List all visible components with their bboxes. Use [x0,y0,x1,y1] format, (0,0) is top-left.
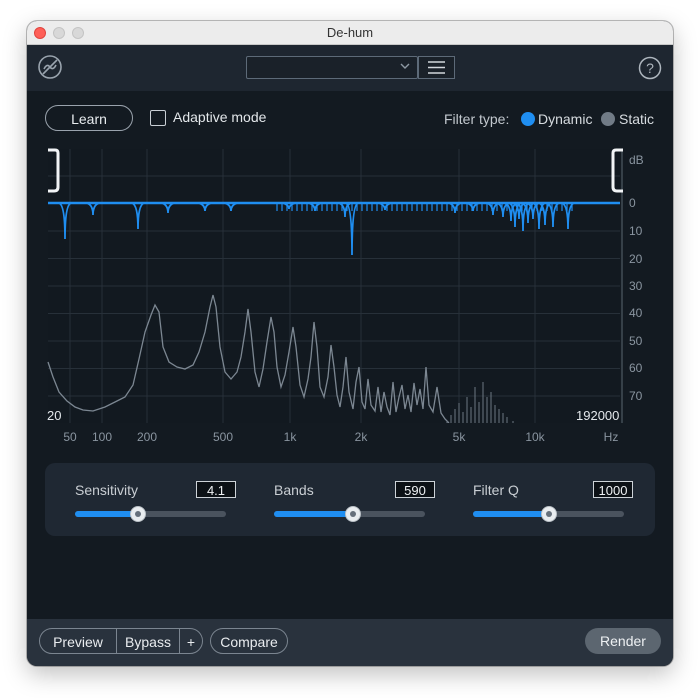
filter-q-value-field[interactable]: 1000 [593,481,633,498]
db-tick-label: 60 [629,361,643,375]
db-axis: dB 0 10 20 30 40 50 60 70 [629,153,644,403]
render-button[interactable]: Render [585,628,661,654]
low-range-value: 20 [47,408,61,423]
freq-tick-label: 200 [137,430,157,444]
bands-slider[interactable] [274,506,425,522]
bands-slider-knob[interactable] [344,506,361,522]
filter-type-dynamic-label[interactable]: Dynamic [538,111,592,127]
freq-tick-label: 100 [92,430,112,444]
title-bar: De-hum [27,21,673,45]
bands-slider-fill [274,511,353,517]
help-icon[interactable]: ? [638,56,662,80]
frequency-axis: 50 100 200 500 1k 2k 5k 10k Hz [63,430,619,444]
spectrum-display[interactable]: 20 192000 [45,147,627,423]
db-tick-label: 10 [629,224,643,238]
sensitivity-value-field[interactable]: 4.1 [196,481,236,498]
freq-tick-label: 500 [213,430,233,444]
bypass-add-button[interactable]: + [179,628,203,654]
dehum-logo-icon[interactable] [37,54,63,80]
adaptive-mode-label[interactable]: Adaptive mode [173,109,266,125]
compare-button[interactable]: Compare [210,628,288,654]
db-tick-label: 50 [629,334,643,348]
filter-q-slider-fill [473,511,549,517]
toolbar: ? [27,45,673,91]
filter-type-dynamic-radio[interactable] [521,112,535,126]
db-unit-label: dB [629,153,644,167]
freq-tick-label: 1k [284,430,298,444]
bypass-button[interactable]: Bypass [116,628,180,654]
chevron-down-icon [400,63,410,69]
preset-dropdown[interactable] [246,56,418,79]
parameters-panel: Sensitivity 4.1 Bands 590 Filter Q 1000 [45,463,655,536]
filter-q-slider[interactable] [473,506,624,522]
sensitivity-slider-fill [75,511,139,517]
sensitivity-label: Sensitivity [75,482,139,498]
filter-type-label: Filter type: [444,111,510,127]
bands-value-field[interactable]: 590 [395,481,435,498]
filter-q-label: Filter Q [473,482,519,498]
hamburger-icon [428,61,445,74]
sensitivity-slider-knob[interactable] [130,506,147,522]
high-range-value: 192000 [576,408,619,423]
adaptive-mode-checkbox[interactable] [150,110,166,126]
db-tick-label: 40 [629,306,643,320]
db-tick-label: 20 [629,252,643,266]
bands-label: Bands [274,482,314,498]
preview-button[interactable]: Preview [39,628,117,654]
freq-unit-label: Hz [604,430,619,444]
sensitivity-slider[interactable] [75,506,226,522]
bottom-bar: Preview Bypass + Compare Render [27,619,673,666]
db-tick-label: 30 [629,279,643,293]
filter-q-slider-knob[interactable] [540,506,557,522]
freq-tick-label: 2k [355,430,369,444]
db-tick-label: 70 [629,389,643,403]
freq-tick-label: 10k [525,430,545,444]
db-tick-label: 0 [629,196,636,210]
window-title: De-hum [326,25,374,40]
preset-menu-button[interactable] [418,56,455,79]
learn-button[interactable]: Learn [45,105,133,131]
freq-tick-label: 5k [453,430,467,444]
filter-type-static-radio[interactable] [601,112,615,126]
svg-text:?: ? [646,60,654,76]
freq-tick-label: 50 [63,430,77,444]
filter-type-static-label[interactable]: Static [619,111,654,127]
dehum-window: De-hum ? Learn Adaptive mode Filter type… [27,21,673,666]
